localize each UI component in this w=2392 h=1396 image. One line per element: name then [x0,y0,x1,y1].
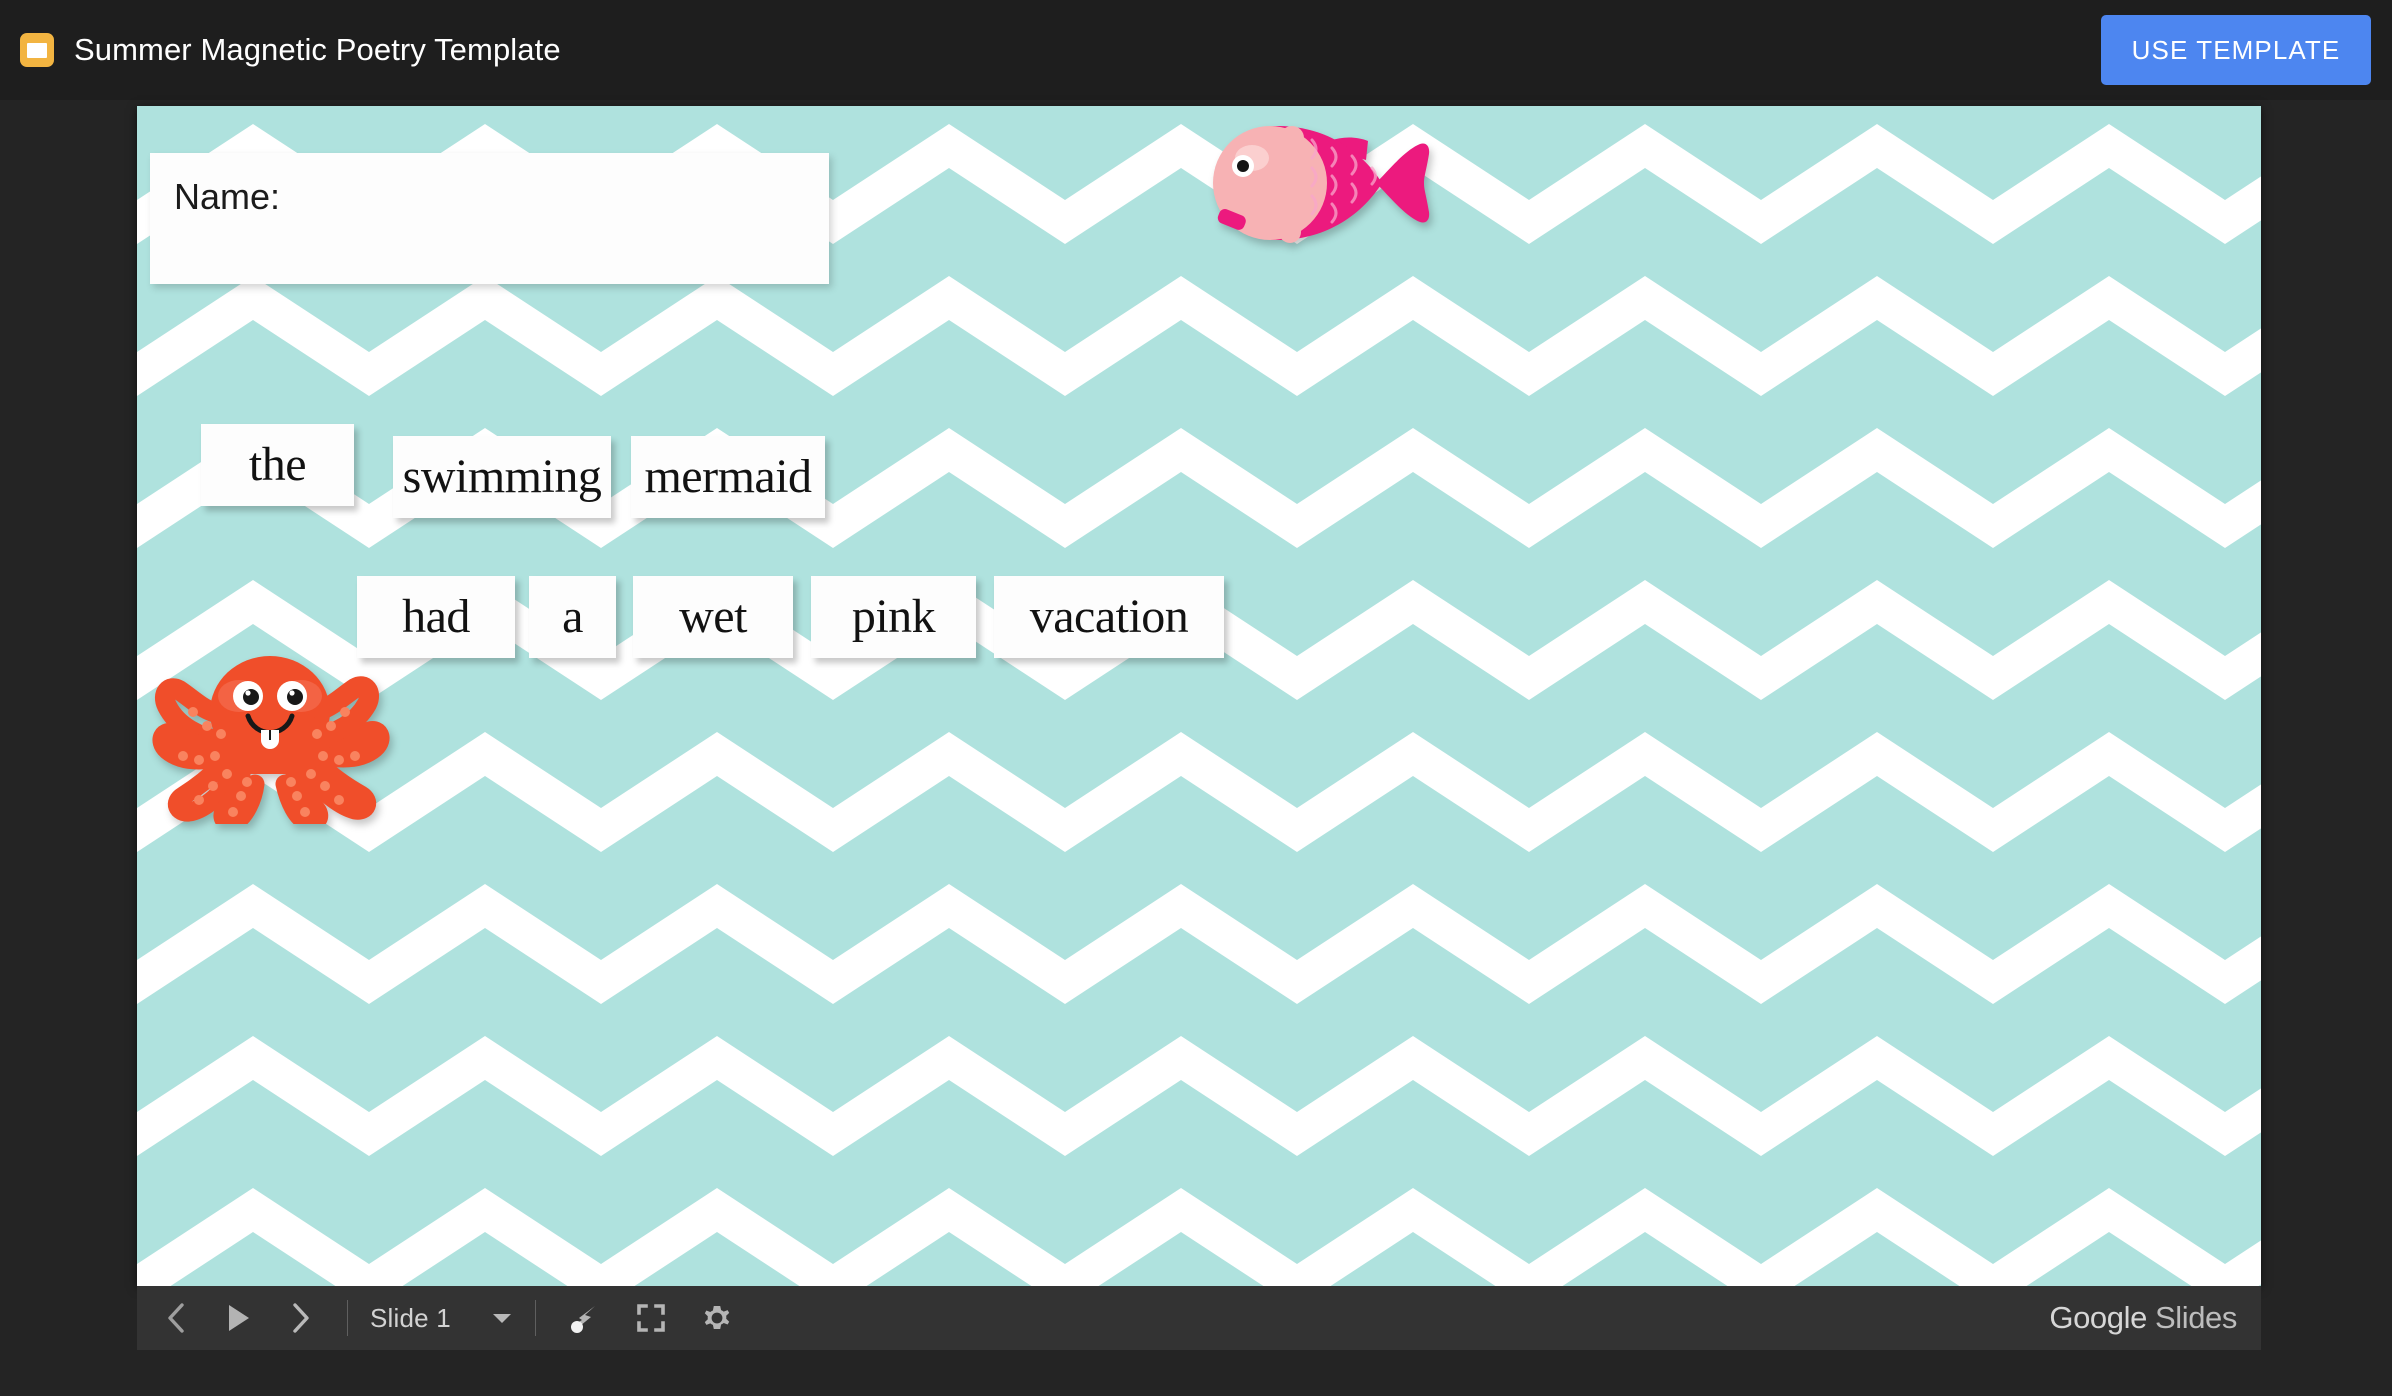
name-textbox[interactable]: Name: [150,153,829,284]
slide-canvas[interactable]: Name: the swimming mermaid had a wet pin… [137,106,2261,1286]
slides-icon-sheet [27,42,47,58]
toolbar-divider-1 [347,1300,348,1336]
previous-slide-button[interactable] [145,1286,207,1350]
brand-slides: Slides [2154,1300,2237,1335]
name-label: Name: [174,176,281,217]
laser-pointer-button[interactable] [552,1286,618,1350]
slides-icon [20,33,54,67]
document-title: Summer Magnetic Poetry Template [74,32,561,67]
chevron-down-icon [492,1314,511,1323]
word-tile[interactable]: had [357,576,515,658]
toolbar-divider-2 [534,1300,536,1336]
word-tile[interactable]: the [201,424,354,506]
next-slide-button[interactable] [269,1286,331,1350]
word-tile[interactable]: vacation [994,576,1224,658]
chevron-left-icon [168,1303,184,1333]
laser-pointer-icon [570,1306,595,1333]
slide-counter-dropdown[interactable]: Slide 1 [364,1286,519,1350]
gear-icon [704,1306,730,1329]
settings-button[interactable] [684,1286,750,1350]
word-tile[interactable]: mermaid [631,436,825,518]
fullscreen-icon [637,1304,665,1332]
octopus-illustration [152,656,390,824]
top-bar: Summer Magnetic Poetry Template USE TEMP… [0,0,2392,100]
google-slides-branding: Google Slides [2049,1286,2237,1350]
word-tile[interactable]: pink [811,576,976,658]
slide-counter-label: Slide 1 [370,1302,451,1333]
word-tile[interactable]: wet [633,576,793,658]
presentation-toolbar: Slide 1 Google Slides [137,1286,2261,1350]
play-button[interactable] [207,1286,269,1350]
chevron-right-icon [293,1303,309,1333]
fish-illustration [1213,126,1430,243]
word-tile[interactable]: a [529,576,616,658]
play-icon [229,1305,249,1331]
word-tile[interactable]: swimming [393,436,611,518]
use-template-button[interactable]: USE TEMPLATE [2101,15,2371,85]
fullscreen-button[interactable] [618,1286,684,1350]
brand-google: Google [2049,1300,2147,1335]
